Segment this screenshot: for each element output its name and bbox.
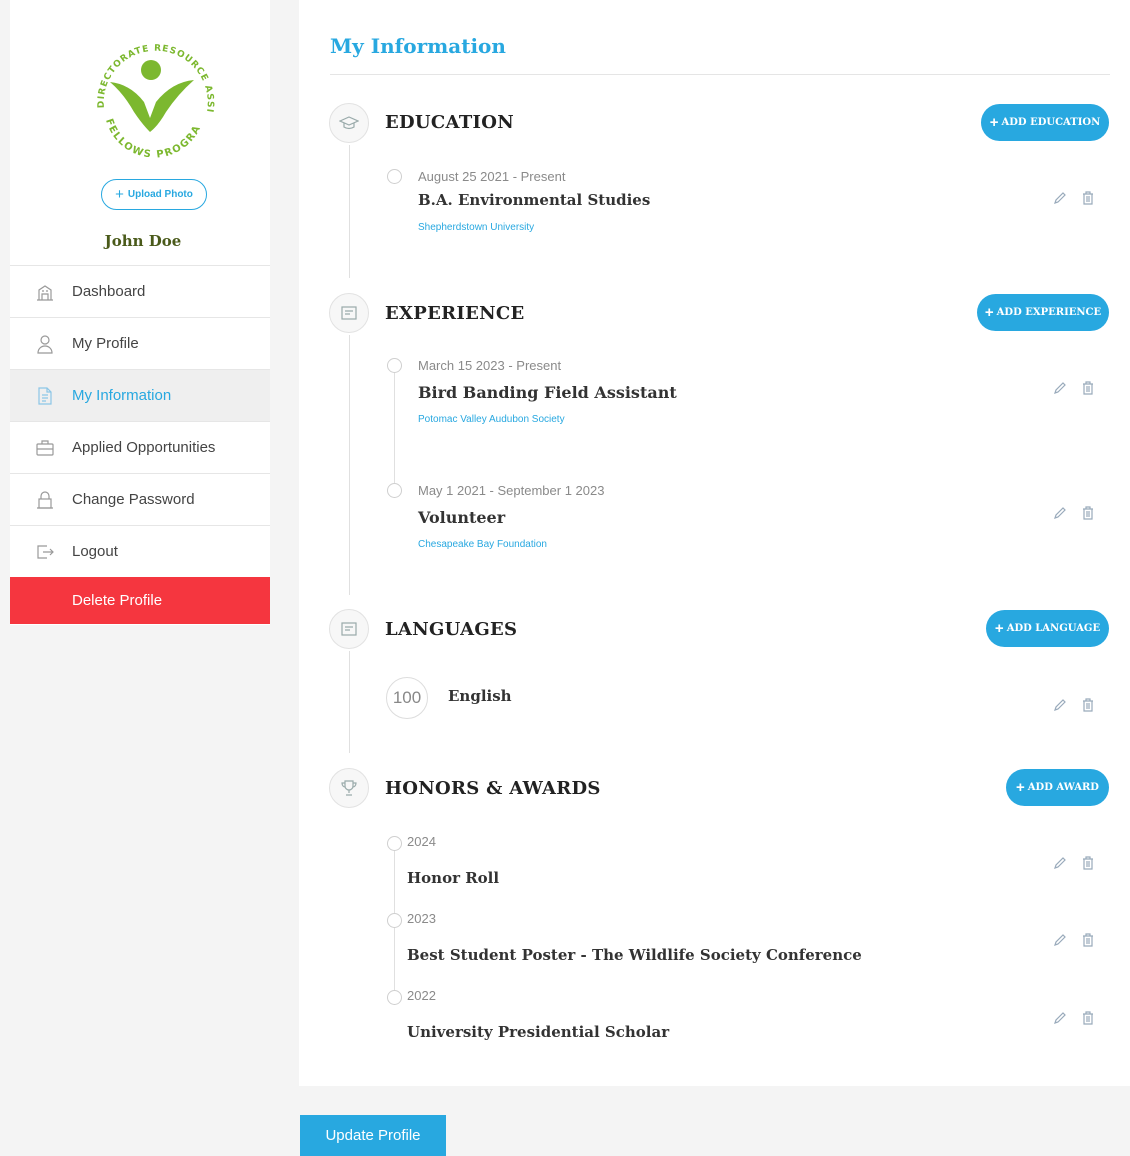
logout-icon [34,541,56,563]
sidebar-item-my-profile[interactable]: My Profile [10,317,270,369]
program-logo: DIRECTORATE RESOURCE ASSISTANTS FELLOWS … [82,20,214,160]
document-icon [34,385,56,407]
award-actions [1052,855,1096,871]
award-title: University Presidential Scholar [407,1023,670,1041]
upload-photo-label: Upload Photo [127,189,193,200]
add-education-button[interactable]: + Add Education [981,104,1109,141]
awards-title: HONORS & AWARDS [385,778,601,799]
experience-actions [1052,505,1096,521]
trash-icon[interactable] [1080,932,1096,948]
education-degree: B.A. Environmental Studies [418,191,651,209]
language-actions [1052,697,1096,713]
add-education-label: Add Education [1001,117,1101,128]
sidebar-item-label: My Information [72,387,172,404]
sidebar-item-my-information[interactable]: My Information [10,369,270,421]
trophy-icon [329,768,369,808]
sidebar-item-label: Logout [72,543,118,560]
experience-org: Potomac Valley Audubon Society [418,414,565,425]
sidebar: DIRECTORATE RESOURCE ASSISTANTS FELLOWS … [10,0,270,625]
certificate-icon [329,609,369,649]
edit-icon[interactable] [1052,697,1068,713]
award-year: 2022 [407,988,436,1003]
add-language-button[interactable]: + Add Language [986,610,1109,647]
award-year: 2024 [407,834,436,849]
experience-date: March 15 2023 - Present [418,358,562,373]
timeline-dot [387,990,402,1005]
education-title: EDUCATION [385,112,514,133]
lock-icon [34,489,56,511]
edit-icon[interactable] [1052,380,1068,396]
sidebar-item-applied-opportunities[interactable]: Applied Opportunities [10,421,270,473]
add-award-label: Add Award [1027,782,1099,793]
sidebar-menu: Dashboard My Profile My Information Appl… [10,265,270,624]
sidebar-item-change-password[interactable]: Change Password [10,473,270,525]
language-level-badge: 100 [386,677,428,719]
education-date: August 25 2021 - Present [418,169,566,184]
building-icon [34,281,56,303]
award-actions [1052,932,1096,948]
page-title: My Information [330,34,506,58]
edit-icon[interactable] [1052,1010,1068,1026]
trash-icon[interactable] [1080,697,1096,713]
main-card: My Information EDUCATION + Add Education… [299,0,1130,1086]
graduation-cap-icon [329,103,369,143]
timeline-dot [387,169,402,184]
user-name: John Doe [104,232,182,250]
briefcase-icon [34,437,56,459]
update-profile-button[interactable]: Update Profile [300,1115,446,1156]
award-title: Honor Roll [407,869,500,887]
award-actions [1052,1010,1096,1026]
languages-title: LANGUAGES [385,619,518,640]
add-experience-label: Add Experience [996,307,1102,318]
delete-profile-button[interactable]: Delete Profile [10,577,270,624]
trash-icon[interactable] [1080,505,1096,521]
add-experience-button[interactable]: + Add Experience [977,294,1109,331]
timeline-dot [387,483,402,498]
experience-role: Volunteer [418,508,506,527]
plus-icon: + [994,620,1004,637]
experience-date: May 1 2021 - September 1 2023 [418,483,605,498]
trash-icon[interactable] [1080,855,1096,871]
trash-icon[interactable] [1080,380,1096,396]
sidebar-item-label: My Profile [72,335,139,352]
certificate-icon [329,293,369,333]
education-timeline [349,145,350,278]
experience-actions [1052,380,1096,396]
plus-icon: + [1016,779,1025,796]
user-icon [34,333,56,355]
education-actions [1052,190,1096,206]
award-year: 2023 [407,911,436,926]
sidebar-item-label: Dashboard [72,283,146,300]
edit-icon[interactable] [1052,932,1068,948]
experience-role: Bird Banding Field Assistant [418,383,677,402]
trash-icon[interactable] [1080,190,1096,206]
sidebar-item-dashboard[interactable]: Dashboard [10,265,270,317]
education-school: Shepherdstown University [418,222,535,233]
edit-icon[interactable] [1052,190,1068,206]
plus-icon: + [984,304,994,321]
edit-icon[interactable] [1052,505,1068,521]
upload-photo-button[interactable]: + Upload Photo [101,179,207,210]
languages-timeline [349,651,350,753]
experience-timeline [349,335,350,595]
experience-subtimeline [394,373,395,483]
add-language-label: Add Language [1006,623,1101,634]
experience-title: EXPERIENCE [385,303,525,324]
timeline-dot [387,913,402,928]
trash-icon[interactable] [1080,1010,1096,1026]
timeline-dot [387,836,402,851]
award-title: Best Student Poster - The Wildlife Socie… [407,946,862,964]
language-name: English [448,687,512,705]
sidebar-item-logout[interactable]: Logout [10,525,270,577]
title-divider [330,74,1110,75]
plus-icon: + [115,186,124,203]
sidebar-item-label: Applied Opportunities [72,439,216,456]
timeline-dot [387,358,402,373]
plus-icon: + [989,114,999,131]
sidebar-item-label: Change Password [72,491,195,508]
add-award-button[interactable]: + Add Award [1006,769,1109,806]
experience-org: Chesapeake Bay Foundation [418,539,547,550]
edit-icon[interactable] [1052,855,1068,871]
